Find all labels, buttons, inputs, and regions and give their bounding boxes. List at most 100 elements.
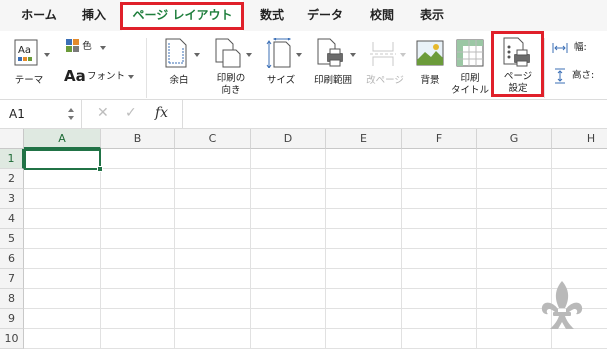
cell-c6[interactable] [175,249,251,269]
cell-c4[interactable] [175,209,251,229]
cell-d10[interactable] [251,329,326,349]
cell-e3[interactable] [326,189,402,209]
column-header-d[interactable]: D [251,129,326,149]
size-button[interactable]: サイズ [258,35,304,93]
tab-formulas[interactable]: 数式 [252,0,292,31]
tab-page-layout[interactable]: ページ レイアウト [122,0,243,31]
worksheet-grid[interactable]: A B C D E F G H 1 2 3 4 5 6 7 8 9 10 [0,129,607,350]
cell-a9[interactable] [24,309,101,329]
tab-home[interactable]: ホーム [12,0,66,31]
column-header-g[interactable]: G [477,129,552,149]
cell-c2[interactable] [175,169,251,189]
row-header-4[interactable]: 4 [0,209,24,229]
cell-d6[interactable] [251,249,326,269]
cell-g6[interactable] [477,249,552,269]
cell-e4[interactable] [326,209,402,229]
cell-b3[interactable] [101,189,175,209]
cell-d1[interactable] [251,149,326,169]
cell-c7[interactable] [175,269,251,289]
row-header-3[interactable]: 3 [0,189,24,209]
fill-handle[interactable] [97,166,103,172]
row-header-9[interactable]: 9 [0,309,24,329]
cell-c9[interactable] [175,309,251,329]
cell-f7[interactable] [402,269,477,289]
row-header-7[interactable]: 7 [0,269,24,289]
name-box[interactable]: A1 [0,100,82,128]
cell-f2[interactable] [402,169,477,189]
cell-f8[interactable] [402,289,477,309]
row-header-1[interactable]: 1 [0,149,24,169]
cell-h4[interactable] [552,209,607,229]
tab-data[interactable]: データ [300,0,350,31]
enter-icon[interactable]: ✓ [125,105,137,121]
cell-d8[interactable] [251,289,326,309]
row-header-10[interactable]: 10 [0,329,24,349]
cell-d7[interactable] [251,269,326,289]
cell-a10[interactable] [24,329,101,349]
cell-e9[interactable] [326,309,402,329]
cell-e10[interactable] [326,329,402,349]
orientation-button[interactable]: 印刷の 向き [206,35,256,96]
fonts-button[interactable]: Aa フォント [62,65,140,87]
cell-f3[interactable] [402,189,477,209]
scale-height-control[interactable]: 高さ: [550,67,607,85]
column-header-c[interactable]: C [175,129,251,149]
cell-d2[interactable] [251,169,326,189]
column-header-f[interactable]: F [402,129,477,149]
cell-b1[interactable] [101,149,175,169]
cell-b9[interactable] [101,309,175,329]
select-all-corner[interactable] [0,129,24,149]
cell-b10[interactable] [101,329,175,349]
row-header-6[interactable]: 6 [0,249,24,269]
cell-d4[interactable] [251,209,326,229]
cell-f6[interactable] [402,249,477,269]
print-titles-button[interactable]: 印刷 タイトル [450,35,490,96]
cell-g4[interactable] [477,209,552,229]
cell-a4[interactable] [24,209,101,229]
cell-e5[interactable] [326,229,402,249]
cell-b5[interactable] [101,229,175,249]
column-header-b[interactable]: B [101,129,175,149]
colors-button[interactable]: 色 [62,37,112,57]
cell-b2[interactable] [101,169,175,189]
cell-d5[interactable] [251,229,326,249]
formula-input[interactable] [188,100,607,128]
cell-h1[interactable] [552,149,607,169]
cell-b4[interactable] [101,209,175,229]
cell-a3[interactable] [24,189,101,209]
cell-d9[interactable] [251,309,326,329]
cell-h3[interactable] [552,189,607,209]
background-button[interactable]: 背景 [412,35,448,93]
column-header-a[interactable]: A [24,129,101,149]
cell-a2[interactable] [24,169,101,189]
insert-function-icon[interactable]: fx [155,105,168,121]
tab-review[interactable]: 校閲 [362,0,402,31]
cell-e8[interactable] [326,289,402,309]
cell-a7[interactable] [24,269,101,289]
tab-insert[interactable]: 挿入 [74,0,114,31]
cell-e2[interactable] [326,169,402,189]
cell-c8[interactable] [175,289,251,309]
cell-h2[interactable] [552,169,607,189]
scale-width-control[interactable]: 幅: [550,39,607,57]
page-setup-button[interactable]: ページ 設定 [494,33,542,95]
cancel-icon[interactable]: ✕ [97,105,109,121]
cell-g3[interactable] [477,189,552,209]
row-header-8[interactable]: 8 [0,289,24,309]
cell-a8[interactable] [24,289,101,309]
cell-b6[interactable] [101,249,175,269]
cell-g1[interactable] [477,149,552,169]
cell-g5[interactable] [477,229,552,249]
cell-h6[interactable] [552,249,607,269]
cell-g10[interactable] [477,329,552,349]
column-header-e[interactable]: E [326,129,402,149]
cell-e6[interactable] [326,249,402,269]
cell-d3[interactable] [251,189,326,209]
print-area-button[interactable]: 印刷範囲 [308,35,358,93]
cell-h5[interactable] [552,229,607,249]
cell-a6[interactable] [24,249,101,269]
cell-e1[interactable] [326,149,402,169]
cell-f4[interactable] [402,209,477,229]
cell-c5[interactable] [175,229,251,249]
cell-f10[interactable] [402,329,477,349]
